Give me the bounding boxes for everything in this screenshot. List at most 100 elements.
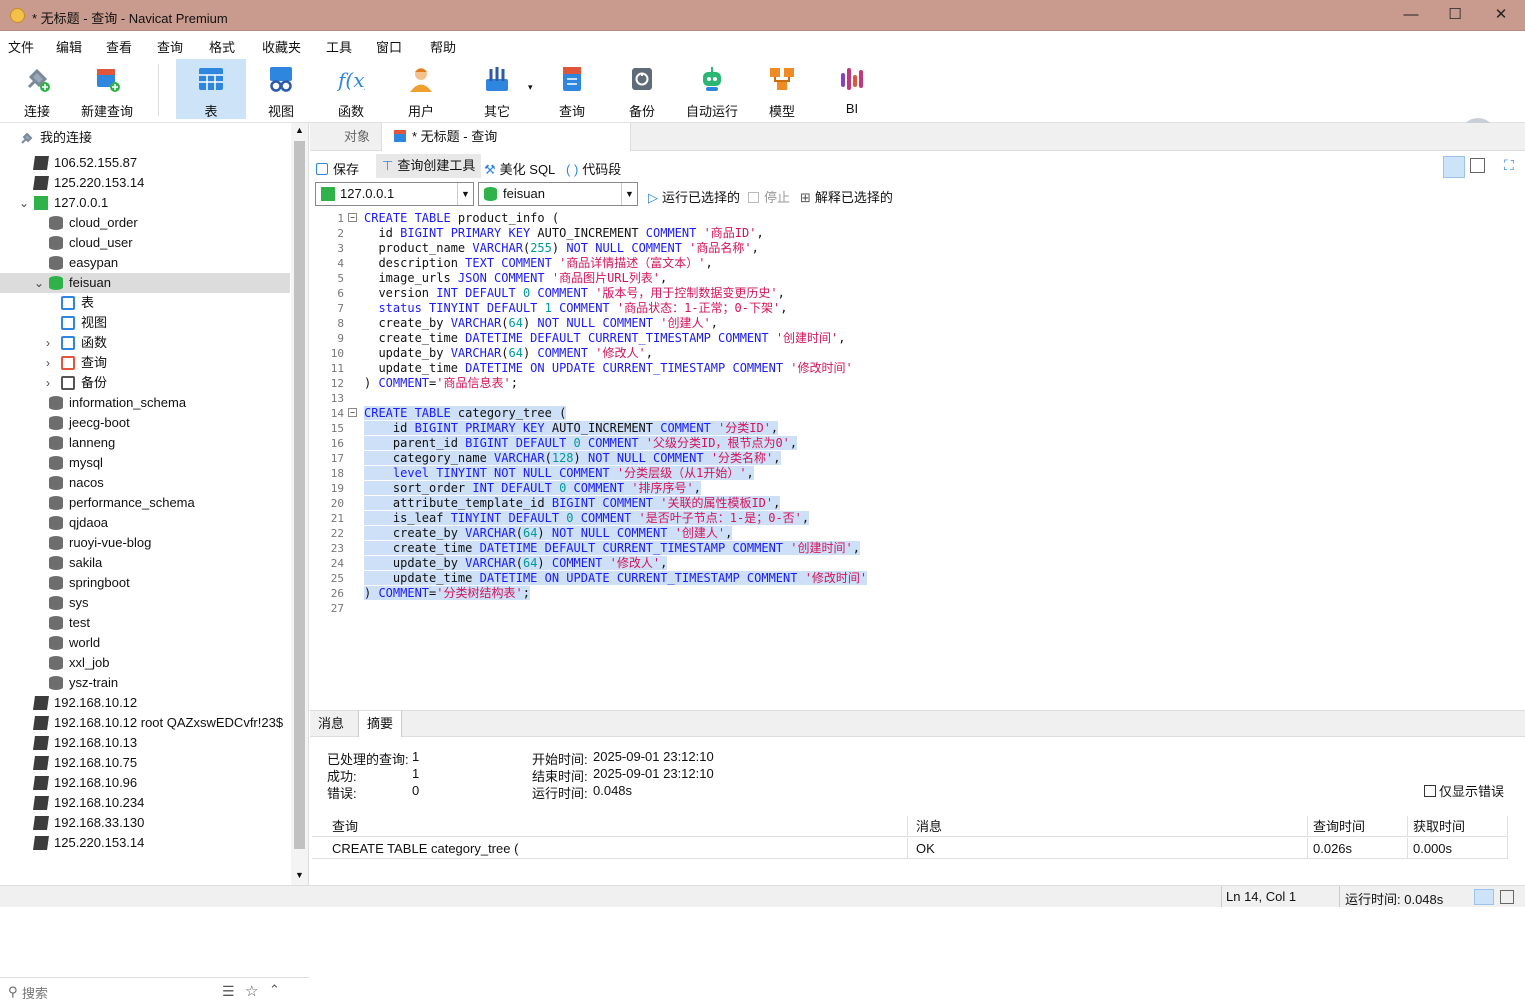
code-line[interactable]: CREATE TABLE category_tree ( bbox=[364, 406, 567, 421]
collapsed-chevron-icon[interactable]: › bbox=[46, 373, 50, 393]
connection-select[interactable]: 127.0.0.1 ▼ bbox=[315, 182, 474, 206]
code-token: AUTO_INCREMENT bbox=[544, 421, 661, 435]
beautify-sql-button[interactable]: ⚒ 美化 SQL bbox=[484, 159, 555, 178]
minimize-button[interactable]: — bbox=[1388, 4, 1434, 26]
code-line[interactable]: update_time DATETIME ON UPDATE CURRENT_T… bbox=[364, 361, 852, 376]
code-token: '分类ID' bbox=[710, 421, 771, 435]
cell-query[interactable]: CREATE TABLE category_tree ( bbox=[312, 838, 908, 859]
toolbar-backup-button[interactable]: 备份 bbox=[607, 59, 677, 119]
collapsed-chevron-icon[interactable]: › bbox=[46, 353, 50, 373]
menu-file[interactable]: 文件 bbox=[8, 37, 34, 56]
toolbar-automation-button[interactable]: 自动运行 bbox=[677, 59, 747, 119]
fold-toggle-icon[interactable]: − bbox=[348, 408, 357, 417]
layout-horizontal-icon[interactable] bbox=[1443, 156, 1465, 178]
toolbar-view-button[interactable]: 视图 bbox=[246, 59, 316, 119]
expand-chevron-icon[interactable]: ⌄ bbox=[34, 273, 44, 293]
query-builder-button[interactable]: ⊤ 查询创建工具 bbox=[376, 154, 482, 178]
line-number: 25 bbox=[330, 572, 344, 585]
code-line[interactable]: attribute_template_id BIGINT COMMENT '关联… bbox=[364, 496, 781, 511]
code-line[interactable]: ) COMMENT='分类树结构表'; bbox=[364, 586, 530, 601]
toolbar-function-button[interactable]: f(x) 函数 bbox=[316, 59, 386, 119]
menu-tools[interactable]: 工具 bbox=[326, 37, 352, 56]
scroll-up-arrow-icon[interactable]: ▲ bbox=[295, 125, 304, 135]
code-area[interactable]: CREATE TABLE product_info ( id BIGINT PR… bbox=[357, 210, 1525, 707]
menu-view[interactable]: 查看 bbox=[106, 37, 132, 56]
filter-icon[interactable]: ☰ bbox=[222, 983, 235, 1000]
code-line[interactable]: category_name VARCHAR(128) NOT NULL COMM… bbox=[364, 451, 781, 466]
collapsed-chevron-icon[interactable]: › bbox=[46, 333, 50, 353]
cell-fetch-time[interactable]: 0.000s bbox=[1408, 838, 1508, 859]
code-line[interactable]: is_leaf TINYINT DEFAULT 0 COMMENT '是否叶子节… bbox=[364, 511, 810, 526]
maximize-button[interactable]: ☐ bbox=[1432, 4, 1478, 26]
col-header-message[interactable]: 消息 bbox=[908, 816, 1308, 837]
cell-query-time[interactable]: 0.026s bbox=[1308, 838, 1408, 859]
tab-untitled-query[interactable]: * 无标题 - 查询 bbox=[381, 123, 631, 151]
scroll-down-arrow-icon[interactable]: ▼ bbox=[295, 870, 304, 880]
toolbar-table-button[interactable]: 表 bbox=[176, 59, 246, 119]
fullscreen-icon[interactable]: ⛶ bbox=[1504, 157, 1514, 174]
panel-toggle-icon[interactable] bbox=[1474, 889, 1494, 905]
sidebar-scrollbar[interactable]: ▲ ▼ bbox=[291, 123, 308, 885]
code-line[interactable]: ) COMMENT='商品信息表'; bbox=[364, 376, 518, 391]
code-line[interactable]: CREATE TABLE product_info ( bbox=[364, 211, 559, 226]
toolbar-new-query-button[interactable]: 新建查询 bbox=[72, 59, 142, 119]
explain-selected-button[interactable]: ⊞ 解释已选择的 bbox=[800, 187, 893, 206]
close-button[interactable]: ✕ bbox=[1478, 4, 1524, 26]
code-token: , bbox=[705, 256, 713, 270]
menu-query[interactable]: 查询 bbox=[157, 37, 183, 56]
code-line[interactable]: create_by VARCHAR(64) NOT NULL COMMENT '… bbox=[364, 316, 718, 331]
cell-message[interactable]: OK bbox=[908, 838, 1308, 859]
code-line[interactable]: id BIGINT PRIMARY KEY AUTO_INCREMENT COM… bbox=[364, 421, 779, 436]
toolbar-other-button[interactable]: 其它 bbox=[462, 59, 532, 119]
menu-window[interactable]: 窗口 bbox=[376, 37, 402, 56]
col-header-query[interactable]: 查询 bbox=[312, 816, 908, 837]
sidebar-search-input[interactable] bbox=[22, 983, 212, 1003]
code-line[interactable]: description TEXT COMMENT '商品详情描述（富文本）', bbox=[364, 256, 713, 271]
toolbar-bi-button[interactable]: BI bbox=[817, 59, 887, 119]
code-line[interactable]: create_time DATETIME DEFAULT CURRENT_TIM… bbox=[364, 541, 860, 556]
code-line[interactable]: product_name VARCHAR(255) NOT NULL COMME… bbox=[364, 241, 758, 256]
save-button[interactable]: 保存 bbox=[316, 159, 359, 178]
code-line[interactable]: parent_id BIGINT DEFAULT 0 COMMENT '父级分类… bbox=[364, 436, 798, 451]
col-header-query-time[interactable]: 查询时间 bbox=[1308, 816, 1408, 837]
only-errors-checkbox[interactable]: 仅显示错误 bbox=[1424, 781, 1504, 800]
code-line[interactable]: update_by VARCHAR(64) COMMENT '修改人', bbox=[364, 346, 652, 361]
code-line[interactable]: id BIGINT PRIMARY KEY AUTO_INCREMENT COM… bbox=[364, 226, 763, 241]
run-selected-button[interactable]: ▷ 运行已选择的 bbox=[648, 187, 740, 206]
other-dropdown-chevron-icon[interactable]: ▾ bbox=[528, 82, 533, 93]
layout-vertical-icon[interactable] bbox=[1470, 158, 1485, 173]
code-line[interactable]: level TINYINT NOT NULL COMMENT '分类层级（从1开… bbox=[364, 466, 754, 481]
expand-chevron-icon[interactable]: ⌄ bbox=[19, 193, 29, 213]
menu-favorites[interactable]: 收藏夹 bbox=[262, 37, 301, 56]
menu-format[interactable]: 格式 bbox=[209, 37, 235, 56]
menu-edit[interactable]: 编辑 bbox=[56, 37, 82, 56]
sql-editor[interactable]: 1 2 3 4 5 6 7 8 9 10 11 12 13 14 15 16 17 18 19 20 21 22 23 24 2… bbox=[310, 210, 1525, 707]
toolbar-user-button[interactable]: 用户 bbox=[386, 59, 456, 119]
snippet-button[interactable]: ( ) 代码段 bbox=[566, 159, 621, 178]
code-token: id bbox=[364, 226, 401, 240]
database-select[interactable]: feisuan ▼ bbox=[478, 182, 638, 206]
panel-split-icon[interactable] bbox=[1500, 890, 1514, 904]
query-toolbar: 保存 ⊤ 查询创建工具 ⚒ 美化 SQL ( ) 代码段 ⛶ bbox=[310, 151, 1525, 181]
fold-toggle-icon[interactable]: − bbox=[348, 213, 357, 222]
code-line[interactable]: sort_order INT DEFAULT 0 COMMENT '排序序号', bbox=[364, 481, 702, 496]
code-line[interactable]: create_by VARCHAR(64) NOT NULL COMMENT '… bbox=[364, 526, 733, 541]
code-line[interactable]: create_time DATETIME DEFAULT CURRENT_TIM… bbox=[364, 331, 845, 346]
stop-button[interactable]: 停止 bbox=[748, 187, 790, 206]
toolbar-connect-button[interactable]: 连接 bbox=[2, 59, 72, 119]
code-line[interactable]: version INT DEFAULT 0 COMMENT '版本号，用于控制数… bbox=[364, 286, 784, 301]
code-line[interactable]: update_time DATETIME ON UPDATE CURRENT_T… bbox=[364, 571, 868, 586]
collapse-icon[interactable]: ⌃ bbox=[269, 982, 280, 998]
code-line[interactable]: status TINYINT DEFAULT 1 COMMENT '商品状态：1… bbox=[364, 301, 787, 316]
menu-help[interactable]: 帮助 bbox=[430, 37, 456, 56]
toolbar-model-button[interactable]: 模型 bbox=[747, 59, 817, 119]
star-icon[interactable]: ☆ bbox=[245, 982, 258, 1000]
sidebar-scroll-thumb[interactable] bbox=[294, 141, 305, 849]
code-line[interactable]: update_by VARCHAR(64) COMMENT '修改人', bbox=[364, 556, 668, 571]
tab-summary[interactable]: 摘要 bbox=[358, 711, 403, 737]
tab-messages[interactable]: 消息 bbox=[310, 711, 352, 737]
col-header-fetch-time[interactable]: 获取时间 bbox=[1408, 816, 1508, 837]
toolbar-query-button[interactable]: 查询 bbox=[537, 59, 607, 119]
code-line[interactable]: image_urls JSON COMMENT '商品图片URL列表', bbox=[364, 271, 667, 286]
code-token: COMMENT bbox=[537, 346, 588, 360]
